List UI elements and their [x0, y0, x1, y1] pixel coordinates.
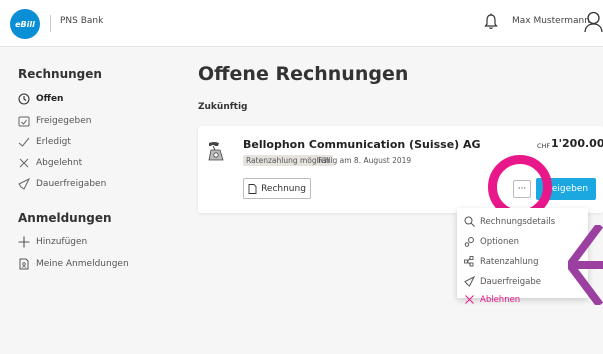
- menu-item-label: Ablehnen: [480, 294, 521, 305]
- x-icon: [465, 295, 474, 304]
- menu-item-dauerfreigabe[interactable]: Dauerfreigabe: [464, 276, 541, 287]
- rocket-icon: [464, 276, 475, 287]
- menu-item-label: Dauerfreigabe: [480, 276, 541, 287]
- user-icon[interactable]: [584, 11, 603, 33]
- document-icon: [248, 183, 257, 194]
- rechnung-label: Rechnung: [261, 183, 306, 194]
- plus-icon: [18, 236, 30, 248]
- due-date: Fällig am 8. August 2019: [318, 156, 412, 165]
- sidebar-item-label: Erledigt: [36, 137, 71, 147]
- page-title: Offene Rechnungen: [198, 63, 409, 85]
- sidebar-item-hinzufuegen[interactable]: Hinzufügen: [18, 236, 87, 248]
- currency: CHF: [537, 142, 551, 150]
- magnifier-icon: [464, 216, 475, 227]
- telephone-icon: [208, 142, 224, 161]
- sidebar-item-meine-anmeldungen[interactable]: Meine Anmeldungen: [18, 258, 129, 270]
- section-title-rechnungen: Rechnungen: [18, 67, 102, 81]
- more-options-button[interactable]: ···: [513, 180, 531, 198]
- x-icon: [19, 158, 29, 168]
- check-icon: [18, 137, 30, 147]
- divider: [50, 15, 51, 32]
- sidebar-item-label: Dauerfreigaben: [36, 179, 107, 189]
- gears-icon: [464, 237, 474, 247]
- calendar-check-icon: [18, 116, 30, 127]
- menu-item-ablehnen[interactable]: Ablehnen: [464, 294, 520, 305]
- menu-item-optionen[interactable]: Optionen: [464, 236, 519, 247]
- rechnung-button[interactable]: Rechnung: [243, 178, 311, 199]
- invoice-amount: 1'200.00: [551, 137, 603, 150]
- menu-item-label: Ratenzahlung: [480, 256, 539, 267]
- ebill-logo[interactable]: eBill: [10, 9, 40, 39]
- invoice-company: Bellophon Communication (Suisse) AG: [243, 138, 481, 151]
- user-name[interactable]: Max Mustermann: [512, 16, 590, 26]
- sidebar-item-erledigt[interactable]: Erledigt: [18, 136, 71, 148]
- rocket-icon: [18, 178, 30, 190]
- sidebar-item-label: Hinzufügen: [36, 237, 88, 247]
- section-subtitle: Zukünftig: [198, 102, 248, 112]
- sidebar-item-dauerfreigaben[interactable]: Dauerfreigaben: [18, 178, 106, 190]
- sidebar-item-label: Meine Anmeldungen: [36, 259, 129, 269]
- menu-item-rechnungsdetails[interactable]: Rechnungsdetails: [464, 216, 555, 227]
- document-user-icon: [19, 258, 29, 270]
- sidebar-item-label: Freigegeben: [36, 116, 92, 126]
- sidebar-item-abgelehnt[interactable]: Abgelehnt: [18, 157, 82, 169]
- sidebar-item-label: Abgelehnt: [36, 158, 83, 168]
- menu-item-ratenzahlung[interactable]: Ratenzahlung: [464, 256, 538, 267]
- menu-item-label: Optionen: [480, 236, 519, 247]
- menu-item-label: Rechnungsdetails: [480, 216, 556, 227]
- top-bar: eBill PNS Bank Max Mustermann: [0, 0, 603, 47]
- section-title-anmeldungen: Anmeldungen: [18, 211, 112, 225]
- sidebar-item-freigegeben[interactable]: Freigegeben: [18, 115, 92, 127]
- sidebar-item-offen[interactable]: Offen: [18, 93, 63, 105]
- clock-icon: [18, 93, 30, 105]
- bank-name: PNS Bank: [60, 16, 104, 26]
- bell-icon[interactable]: [483, 13, 499, 31]
- annotation-arrow: [568, 225, 603, 305]
- installment-icon: [464, 256, 474, 267]
- sidebar-item-label: Offen: [36, 94, 64, 104]
